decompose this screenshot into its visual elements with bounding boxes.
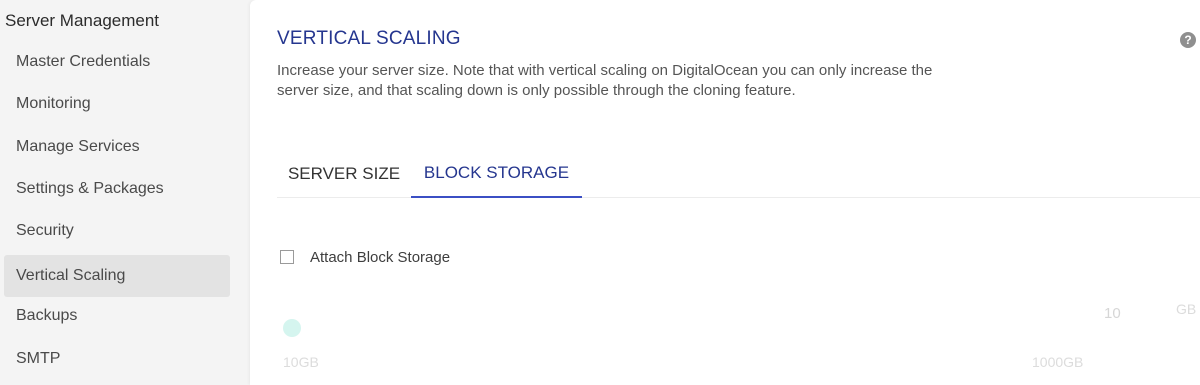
sidebar-item-label: Monitoring bbox=[16, 95, 91, 112]
sidebar-item-label: Manage Services bbox=[16, 138, 140, 155]
sidebar-item-master-credentials[interactable]: Master Credentials bbox=[4, 41, 230, 83]
page-description: Increase your server size. Note that wit… bbox=[277, 62, 933, 99]
tab-block-storage[interactable]: BLOCK STORAGE bbox=[411, 150, 582, 198]
attach-block-storage-checkbox[interactable] bbox=[280, 250, 294, 264]
sidebar-item-label: Backups bbox=[16, 307, 78, 324]
sidebar-item-backups[interactable]: Backups bbox=[4, 295, 230, 337]
main-panel: VERTICAL SCALING ? Increase your server … bbox=[250, 0, 1200, 385]
slider-min-label: 10GB bbox=[283, 354, 319, 370]
storage-slider-handle[interactable] bbox=[283, 319, 301, 337]
sidebar-item-label: Security bbox=[16, 222, 74, 239]
sidebar-item-label: Settings & Packages bbox=[16, 180, 164, 197]
sidebar-item-manage-services[interactable]: Manage Services bbox=[4, 126, 230, 168]
attach-block-storage-option[interactable]: Attach Block Storage bbox=[280, 246, 450, 268]
slider-max-label: 1000GB bbox=[1032, 354, 1084, 370]
tab-server-size[interactable]: SERVER SIZE bbox=[277, 150, 411, 198]
tab-bar: SERVER SIZE BLOCK STORAGE bbox=[277, 150, 1200, 198]
tab-label: BLOCK STORAGE bbox=[423, 163, 570, 182]
help-icon[interactable]: ? bbox=[1180, 32, 1196, 48]
sidebar-item-label: Master Credentials bbox=[16, 53, 151, 70]
sidebar-item-security[interactable]: Security bbox=[4, 210, 230, 252]
sidebar: Server Management Master Credentials Mon… bbox=[0, 0, 240, 385]
sidebar-item-settings-packages[interactable]: Settings & Packages bbox=[4, 168, 230, 210]
tab-label: SERVER SIZE bbox=[287, 164, 401, 183]
sidebar-item-label: SMTP bbox=[16, 350, 61, 367]
sidebar-item-monitoring[interactable]: Monitoring bbox=[4, 83, 230, 125]
page-title: VERTICAL SCALING bbox=[277, 28, 461, 49]
storage-unit-label: GB bbox=[1176, 301, 1197, 317]
sidebar-item-vertical-scaling[interactable]: Vertical Scaling bbox=[4, 255, 230, 297]
sidebar-item-smtp[interactable]: SMTP bbox=[4, 338, 230, 380]
sidebar-item-label: Vertical Scaling bbox=[16, 267, 126, 284]
sidebar-title: Server Management bbox=[5, 11, 160, 30]
storage-size-input[interactable] bbox=[1088, 300, 1162, 326]
attach-block-storage-label: Attach Block Storage bbox=[310, 248, 451, 266]
